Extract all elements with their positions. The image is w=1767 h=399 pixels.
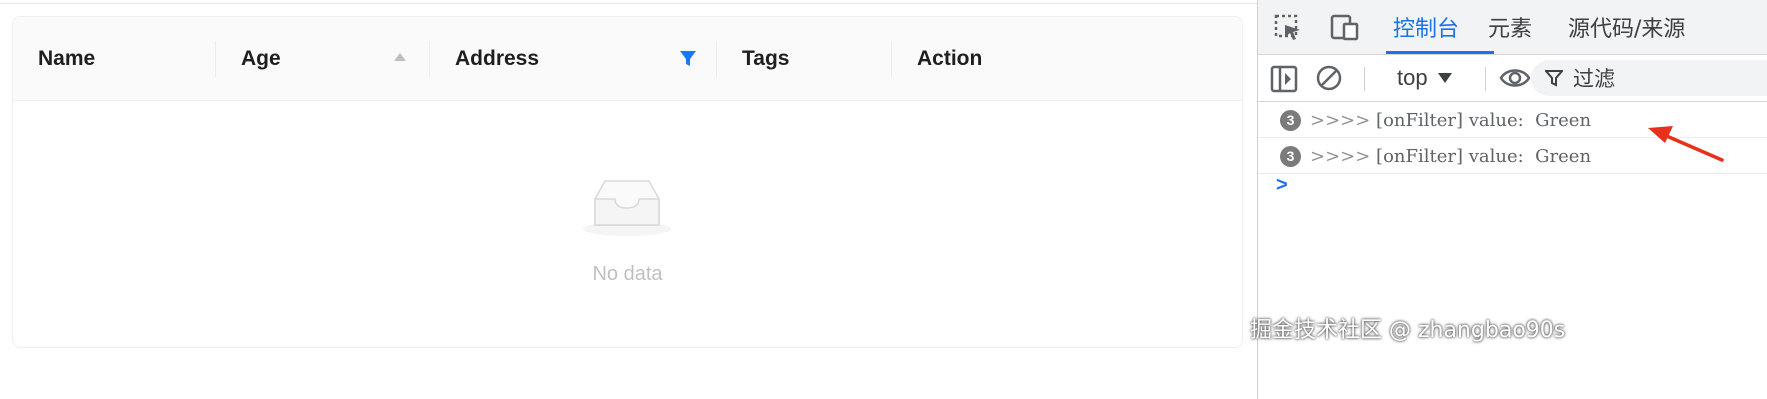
live-expression-eye-icon[interactable]: [1499, 65, 1531, 91]
context-selector[interactable]: top: [1397, 55, 1452, 101]
filter-funnel-icon: [1545, 70, 1563, 87]
console-log-entry[interactable]: 3 >>>> [onFilter] value: Green: [1258, 102, 1767, 138]
device-toolbar-icon[interactable]: [1330, 14, 1360, 42]
column-header-tags: Tags: [717, 17, 892, 101]
console-prompt-chevron-icon[interactable]: >: [1276, 174, 1288, 197]
column-header-label: Address: [455, 47, 540, 70]
devtools-tab-bar: 控制台 元素 源代码/来源: [1258, 0, 1767, 55]
inspect-element-icon[interactable]: [1274, 14, 1302, 42]
filter-placeholder: 过滤: [1573, 67, 1615, 91]
column-header-label: Tags: [742, 47, 790, 70]
tab-sources[interactable]: 源代码/来源: [1568, 0, 1685, 54]
column-header-label: Action: [917, 47, 983, 70]
table-header: Name Age Address Tags Action: [13, 17, 1242, 101]
empty-state: No data: [13, 101, 1242, 347]
empty-text: No data: [592, 263, 663, 285]
dropdown-caret-icon: [1437, 73, 1452, 83]
tab-console[interactable]: 控制台: [1393, 0, 1459, 54]
repeat-count-badge: 3: [1280, 145, 1301, 167]
clear-console-icon[interactable]: [1315, 64, 1343, 92]
column-header-action: Action: [892, 17, 1242, 101]
active-tab-indicator: [1386, 51, 1494, 54]
sort-ascending-icon[interactable]: [394, 53, 406, 61]
repeat-count-badge: 3: [1280, 109, 1301, 131]
watermark-text: 掘金技术社区 @ zhangbao90s: [1250, 318, 1566, 343]
console-filter-input[interactable]: 过滤: [1531, 60, 1767, 96]
data-table: Name Age Address Tags Action No data: [12, 16, 1243, 348]
filter-icon[interactable]: [679, 50, 697, 68]
toolbar-divider: [1485, 67, 1486, 91]
toolbar-divider: [1364, 67, 1365, 91]
log-text: [onFilter] value: Green: [1370, 109, 1592, 131]
sidebar-toggle-icon[interactable]: [1270, 65, 1298, 93]
column-header-address: Address: [430, 17, 717, 101]
log-divider: [1258, 173, 1767, 174]
column-header-label: Age: [241, 47, 281, 70]
column-header-name[interactable]: Name: [13, 17, 216, 101]
top-divider: [0, 3, 1257, 4]
log-prefix: >>>>: [1310, 145, 1371, 167]
console-toolbar: top 过滤: [1258, 55, 1767, 102]
log-message: >>>> [onFilter] value: Green: [1310, 146, 1591, 167]
console-log-entry[interactable]: 3 >>>> [onFilter] value: Green: [1258, 138, 1767, 174]
log-message: >>>> [onFilter] value: Green: [1310, 110, 1591, 131]
tab-elements[interactable]: 元素: [1488, 0, 1532, 54]
empty-box-icon: [583, 180, 671, 236]
log-text: [onFilter] value: Green: [1370, 145, 1592, 167]
console-output: 3 >>>> [onFilter] value: Green 3 >>>> [o…: [1258, 102, 1767, 399]
context-label: top: [1397, 65, 1428, 90]
column-header-age[interactable]: Age: [216, 17, 430, 101]
log-prefix: >>>>: [1310, 109, 1371, 131]
column-header-label: Name: [38, 47, 96, 70]
